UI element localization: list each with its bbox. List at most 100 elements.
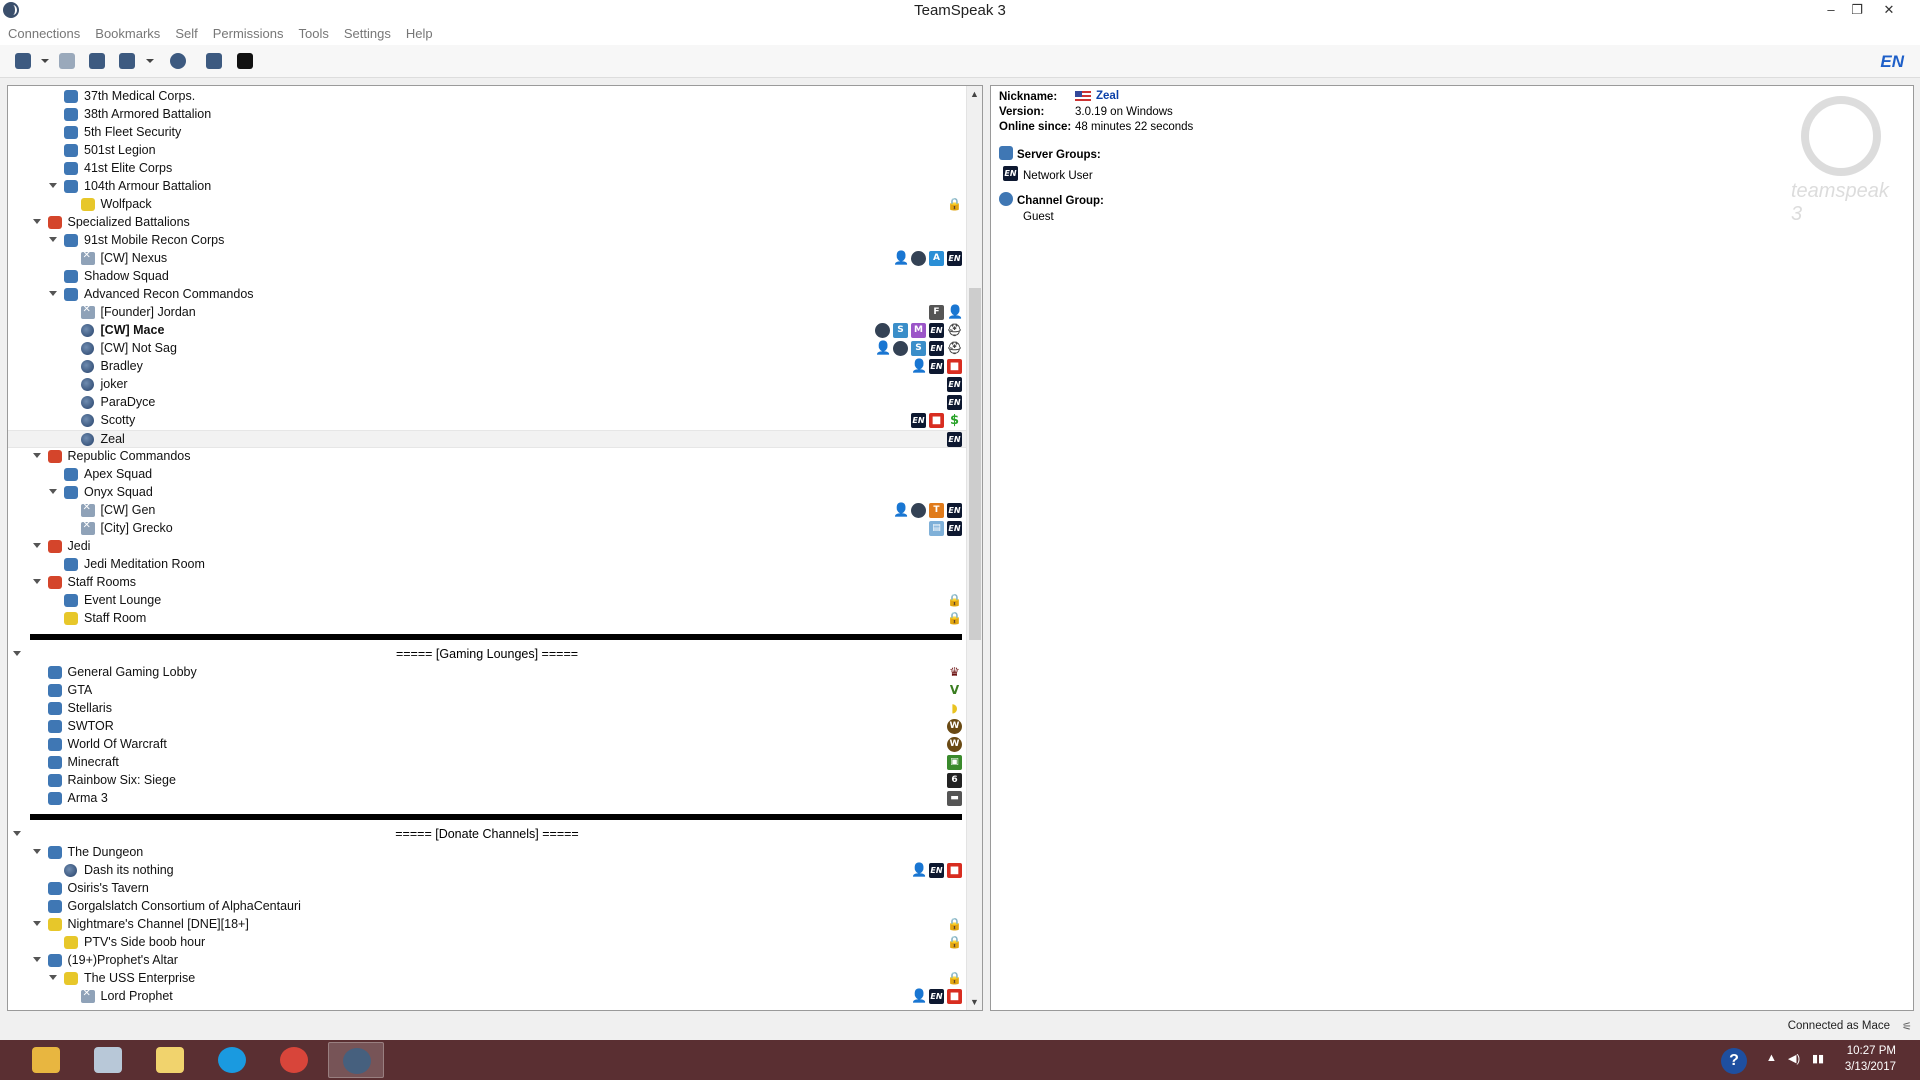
mute-dropdown-icon[interactable] [146,59,154,63]
channel-row[interactable]: Specialized Battalions [8,214,966,232]
restore-button[interactable]: ❐ [1844,0,1870,22]
mute-button[interactable] [116,50,138,72]
collapse-arrow-icon[interactable] [32,579,41,584]
channel-row[interactable]: 38th Armored Battalion [8,106,966,124]
channel-row[interactable]: 37th Medical Corps. [8,88,966,106]
close-button[interactable]: ✕ [1876,0,1902,22]
channel-row[interactable]: Nightmare's Channel [DNE][18+] 🔒 [8,916,966,934]
collapse-arrow-icon[interactable] [32,921,41,926]
channel-row[interactable]: Wolfpack 🔒 [8,196,966,214]
channel-row[interactable]: 91st Mobile Recon Corps [8,232,966,250]
collapse-arrow-icon[interactable] [32,453,41,458]
filter-icon[interactable]: ⚟ [1902,1020,1912,1033]
menu-bookmarks[interactable]: Bookmarks [95,23,160,45]
channel-tree-panel[interactable]: 37th Medical Corps. 38th Armored Battalio… [7,85,983,1011]
client-row[interactable]: [CW] Mace ● S M EN ⛑ [8,322,966,340]
taskbar-folder-button[interactable] [142,1042,198,1078]
channel-row[interactable]: Shadow Squad [8,268,966,286]
channel-row[interactable]: Staff Room 🔒 [8,610,966,628]
subscribe-button[interactable] [167,50,189,72]
client-row[interactable]: joker EN [8,376,966,394]
network-icon[interactable]: ▮▮ [1812,1052,1824,1065]
clock-date[interactable]: 3/13/2017 [1845,1061,1896,1073]
taskbar-skype-button[interactable] [204,1042,260,1078]
scroll-up-arrow-icon[interactable]: ▲ [967,86,982,102]
menu-self[interactable]: Self [175,23,197,45]
channel-row[interactable]: The USS Enterprise 🔒 [8,970,966,988]
tree-scrollbar[interactable]: ▲ ▼ [966,86,982,1010]
collapse-arrow-icon[interactable] [49,291,57,296]
contacts-button[interactable] [203,50,225,72]
channel-row[interactable]: (19+)Prophet's Altar [8,952,966,970]
channel-row[interactable]: 104th Armour Battalion [8,178,966,196]
channel-row[interactable]: Minecraft ▣ [8,754,966,772]
collapse-arrow-icon[interactable] [32,219,41,224]
channel-row[interactable]: 5th Fleet Security [8,124,966,142]
client-row[interactable]: Dash its nothing 👤 EN ■ [8,862,966,880]
channel-row[interactable]: PTV's Side boob hour 🔒 [8,934,966,952]
client-row[interactable]: ParaDyce EN [8,394,966,412]
client-row[interactable]: [CW] Nexus 👤●AEN [8,250,966,268]
channel-row[interactable]: SWTOR W [8,718,966,736]
spacer-channel[interactable]: ===== [Donate Channels] ===== [8,826,966,844]
spacer-channel[interactable]: ===== [Gaming Lounges] ===== [8,646,966,664]
channel-row[interactable]: Arma 3 ▬ [8,790,966,808]
taskbar-teamspeak-button[interactable] [328,1042,384,1078]
collapse-arrow-icon[interactable] [49,237,57,242]
channel-row[interactable]: 41st Elite Corps [8,160,966,178]
channel-row[interactable]: World Of Warcraft W [8,736,966,754]
help-icon[interactable]: ? [1721,1048,1747,1074]
client-name: [CW] Nexus [100,251,168,265]
channel-row[interactable]: The Dungeon [8,844,966,862]
channel-row[interactable]: Rainbow Six: Siege 6 [8,772,966,790]
channel-row[interactable]: General Gaming Lobby ♛ [8,664,966,682]
scroll-down-arrow-icon[interactable]: ▼ [967,994,982,1010]
channel-row[interactable]: Onyx Squad [8,484,966,502]
scroll-thumb[interactable] [969,288,981,640]
taskbar-file-explorer-button[interactable] [18,1042,74,1078]
collapse-arrow-icon[interactable] [49,489,57,494]
collapse-arrow-icon[interactable] [49,183,57,188]
whisper-button[interactable] [234,50,256,72]
channel-row[interactable]: Advanced Recon Commandos [8,286,966,304]
channel-row[interactable]: Jedi Meditation Room [8,556,966,574]
disconnect-button[interactable] [56,50,78,72]
collapse-arrow-icon[interactable] [32,957,41,962]
channel-row[interactable]: 501st Legion [8,142,966,160]
channel-row[interactable]: Gorgalslatch Consortium of AlphaCentauri [8,898,966,916]
taskbar-network-app-button[interactable] [80,1042,136,1078]
volume-icon[interactable]: ◀) [1788,1052,1800,1065]
client-row[interactable]: Zeal EN [8,430,966,448]
away-button[interactable] [86,50,108,72]
channel-row[interactable]: Stellaris ◗ [8,700,966,718]
client-row[interactable]: [Founder] Jordan F👤 [8,304,966,322]
channel-row[interactable]: Jedi [8,538,966,556]
channel-row[interactable]: GTA V [8,682,966,700]
collapse-arrow-icon[interactable] [49,975,57,980]
collapse-arrow-icon[interactable] [32,849,41,854]
channel-row[interactable]: Event Lounge 🔒 [8,592,966,610]
menu-permissions[interactable]: Permissions [213,23,284,45]
collapse-arrow-icon[interactable] [32,543,41,548]
taskbar-chrome-button[interactable] [266,1042,322,1078]
channel-row[interactable]: Republic Commandos [8,448,966,466]
channel-row[interactable]: Apex Squad [8,466,966,484]
client-row[interactable]: [CW] Gen 👤●TEN [8,502,966,520]
menu-help[interactable]: Help [406,23,433,45]
client-row[interactable]: [City] Grecko ▤EN [8,520,966,538]
clock-time[interactable]: 10:27 PM [1847,1045,1896,1057]
tray-expand-icon[interactable]: ▲ [1766,1052,1777,1064]
menu-settings[interactable]: Settings [344,23,391,45]
connect-button[interactable] [12,50,34,72]
channel-row[interactable]: Staff Rooms [8,574,966,592]
client-row[interactable]: Lord Prophet 👤EN■ [8,988,966,1006]
minimize-button[interactable]: – [1818,0,1844,22]
client-row[interactable]: [CW] Not Sag 👤 ● S EN ⛑ [8,340,966,358]
client-row[interactable]: Bradley 👤 EN ■ [8,358,966,376]
connect-dropdown-icon[interactable] [41,59,49,63]
client-row[interactable]: Scotty EN ■ $ [8,412,966,430]
language-indicator[interactable]: EN [1880,52,1904,72]
channel-row[interactable]: Osiris's Tavern [8,880,966,898]
menu-tools[interactable]: Tools [299,23,329,45]
menu-connections[interactable]: Connections [8,23,80,45]
